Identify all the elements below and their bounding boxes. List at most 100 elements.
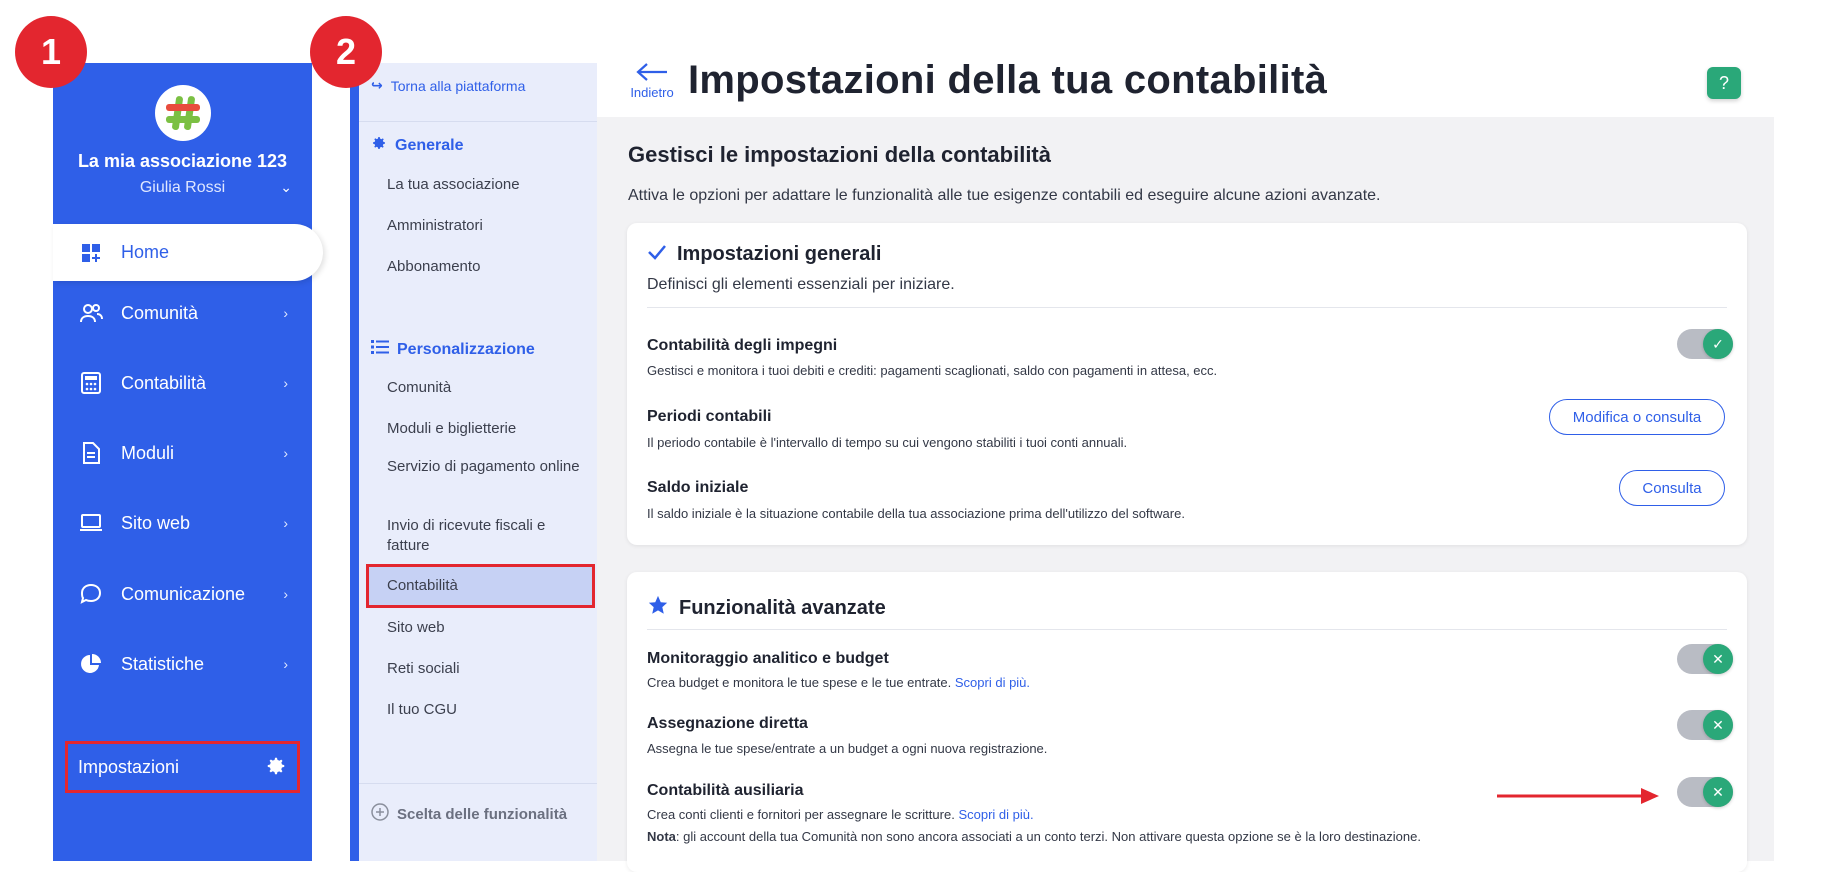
document-icon: [79, 441, 103, 465]
group-customization: Personalizzazione: [371, 339, 535, 360]
consult-button[interactable]: Consulta: [1619, 470, 1725, 506]
sidebar-item-label: Comunicazione: [121, 583, 246, 604]
sidebar-separator: [350, 63, 359, 861]
settings-item-administrators[interactable]: Amministratori: [387, 216, 587, 236]
divider: [359, 121, 597, 122]
learn-more-link[interactable]: Scopri di più.: [958, 807, 1033, 822]
back-to-platform-label: Torna alla piattaforma: [390, 77, 526, 94]
page-title: Impostazioni della tua contabilità: [688, 58, 1328, 102]
check-icon: [647, 243, 667, 266]
modify-consult-button[interactable]: Modifica o consulta: [1549, 399, 1725, 435]
sidebar-item-label: Statistiche: [121, 653, 205, 674]
dashboard-icon: [79, 241, 103, 265]
organization-name: La mia associazione 123: [77, 151, 288, 171]
row-title: Contabilità ausiliaria: [647, 782, 804, 799]
user-name[interactable]: Giulia Rossi: [53, 179, 312, 197]
sidebar-item-community[interactable]: Comunità ›: [53, 285, 312, 341]
card-title-label: Funzionalità avanzate: [679, 596, 886, 619]
chevron-right-icon: ›: [283, 656, 288, 672]
card-subtitle: Definisci gli elementi essenziali per in…: [647, 276, 955, 293]
back-button[interactable]: Indietro: [627, 62, 677, 100]
group-title-label: Generale: [395, 136, 464, 154]
sidebar-item-home[interactable]: Home: [53, 224, 323, 281]
sidebar-item-statistics[interactable]: Statistiche ›: [53, 636, 312, 692]
chevron-down-icon[interactable]: ⌄: [280, 179, 292, 196]
close-icon: ✕: [1703, 777, 1733, 807]
main-content: Gestisci le impostazioni della contabili…: [597, 117, 1774, 872]
row-title: Contabilità degli impegni: [647, 337, 838, 354]
sidebar-item-website[interactable]: Sito web ›: [53, 495, 312, 551]
back-to-platform-link[interactable]: ↪ Torna alla piattaforma: [371, 77, 525, 94]
chevron-right-icon: ›: [283, 445, 288, 461]
feature-choice-link[interactable]: Scelta delle funzionalità: [371, 803, 567, 825]
note-text: : gli account della tua Comunità non son…: [675, 829, 1421, 844]
settings-item-terms[interactable]: Il tuo CGU: [387, 700, 587, 720]
row-description: Crea conti clienti e fornitori per asseg…: [647, 807, 1034, 822]
main-sidebar: La mia associazione 123 Giulia Rossi ⌄ H…: [53, 63, 323, 861]
sidebar-item-accounting[interactable]: Contabilità ›: [53, 355, 312, 411]
sidebar-item-communication[interactable]: Comunicazione ›: [53, 566, 312, 622]
sidebar-item-label: Home: [121, 242, 170, 262]
sidebar-item-forms[interactable]: Moduli ›: [53, 425, 312, 481]
divider: [647, 307, 1727, 308]
advanced-features-card: Funzionalità avanzate Monitoraggio anali…: [627, 572, 1747, 872]
back-button-label: Indietro: [630, 85, 674, 100]
sidebar-item-settings[interactable]: Impostazioni: [65, 741, 300, 793]
row-description: Il saldo iniziale è la situazione contab…: [647, 506, 1185, 521]
row-title: Assegnazione diretta: [647, 715, 808, 732]
settings-item-tax-receipts[interactable]: Invio di ricevute fiscali e fatture: [387, 516, 587, 556]
row-description-text: Crea conti clienti e fornitori per asseg…: [647, 807, 955, 822]
settings-item-association[interactable]: La tua associazione: [387, 175, 587, 195]
row-description-text: Crea budget e monitora le tue spese e le…: [647, 675, 952, 690]
list-icon: [371, 339, 389, 360]
chevron-right-icon: ›: [283, 515, 288, 531]
direct-assignment-toggle[interactable]: ✕: [1677, 710, 1733, 740]
pie-chart-icon: [79, 652, 103, 676]
row-title: Periodi contabili: [647, 408, 772, 425]
row-description: Gestisci e monitora i tuoi debiti e cred…: [647, 363, 1218, 378]
auxiliary-accounting-toggle[interactable]: ✕: [1677, 777, 1733, 807]
row-note: Nota: gli account della tua Comunità non…: [647, 829, 1421, 844]
general-settings-card: Impostazioni generali Definisci gli elem…: [627, 223, 1747, 545]
section-heading: Gestisci le impostazioni della contabili…: [628, 142, 1051, 167]
commitment-accounting-toggle[interactable]: ✓: [1677, 329, 1733, 359]
sidebar-item-label: Moduli: [121, 442, 175, 463]
close-icon: ✕: [1703, 710, 1733, 740]
arrow-back-icon: ↪: [371, 77, 383, 93]
settings-item-online-payment[interactable]: Servizio di pagamento online: [387, 457, 587, 477]
group-general: Generale: [371, 135, 463, 156]
chevron-right-icon: ›: [283, 586, 288, 602]
users-icon: [79, 301, 103, 325]
gear-icon: [371, 135, 387, 156]
check-icon: ✓: [1703, 329, 1733, 359]
settings-item-social-networks[interactable]: Reti sociali: [387, 659, 587, 679]
feature-choice-label: Scelta delle funzionalità: [397, 805, 568, 823]
step-badge-2: 2: [310, 16, 382, 88]
star-icon: [647, 594, 669, 622]
section-description: Attiva le opzioni per adattare le funzio…: [628, 187, 1381, 204]
settings-item-accounting[interactable]: Contabilità: [366, 564, 595, 608]
learn-more-link[interactable]: Scopri di più.: [955, 675, 1030, 690]
note-label: Nota: [647, 829, 676, 844]
settings-item-subscription[interactable]: Abbonamento: [387, 257, 587, 277]
row-title: Monitoraggio analitico e budget: [647, 650, 889, 667]
sidebar-item-label: Sito web: [121, 512, 191, 533]
plus-circle-icon: [371, 803, 389, 825]
settings-item-community[interactable]: Comunità: [387, 378, 587, 398]
card-title: Impostazioni generali: [647, 243, 881, 266]
annotation-arrow-icon: [1497, 788, 1659, 804]
hashtag-logo-icon: [166, 96, 200, 131]
organization-logo[interactable]: [155, 85, 211, 141]
row-description: Crea budget e monitora le tue spese e le…: [647, 675, 1030, 690]
settings-item-website[interactable]: Sito web: [387, 618, 587, 638]
help-button[interactable]: ?: [1707, 67, 1741, 99]
card-title: Funzionalità avanzate: [647, 594, 886, 622]
settings-item-forms-ticketing[interactable]: Moduli e biglietterie: [387, 419, 587, 439]
close-icon: ✕: [1703, 644, 1733, 674]
sidebar-item-label: Impostazioni: [78, 756, 180, 777]
analytics-budget-toggle[interactable]: ✕: [1677, 644, 1733, 674]
card-title-label: Impostazioni generali: [677, 243, 882, 265]
step-badge-1: 1: [15, 16, 87, 88]
chat-icon: [79, 582, 103, 606]
group-title-label: Personalizzazione: [397, 340, 535, 358]
